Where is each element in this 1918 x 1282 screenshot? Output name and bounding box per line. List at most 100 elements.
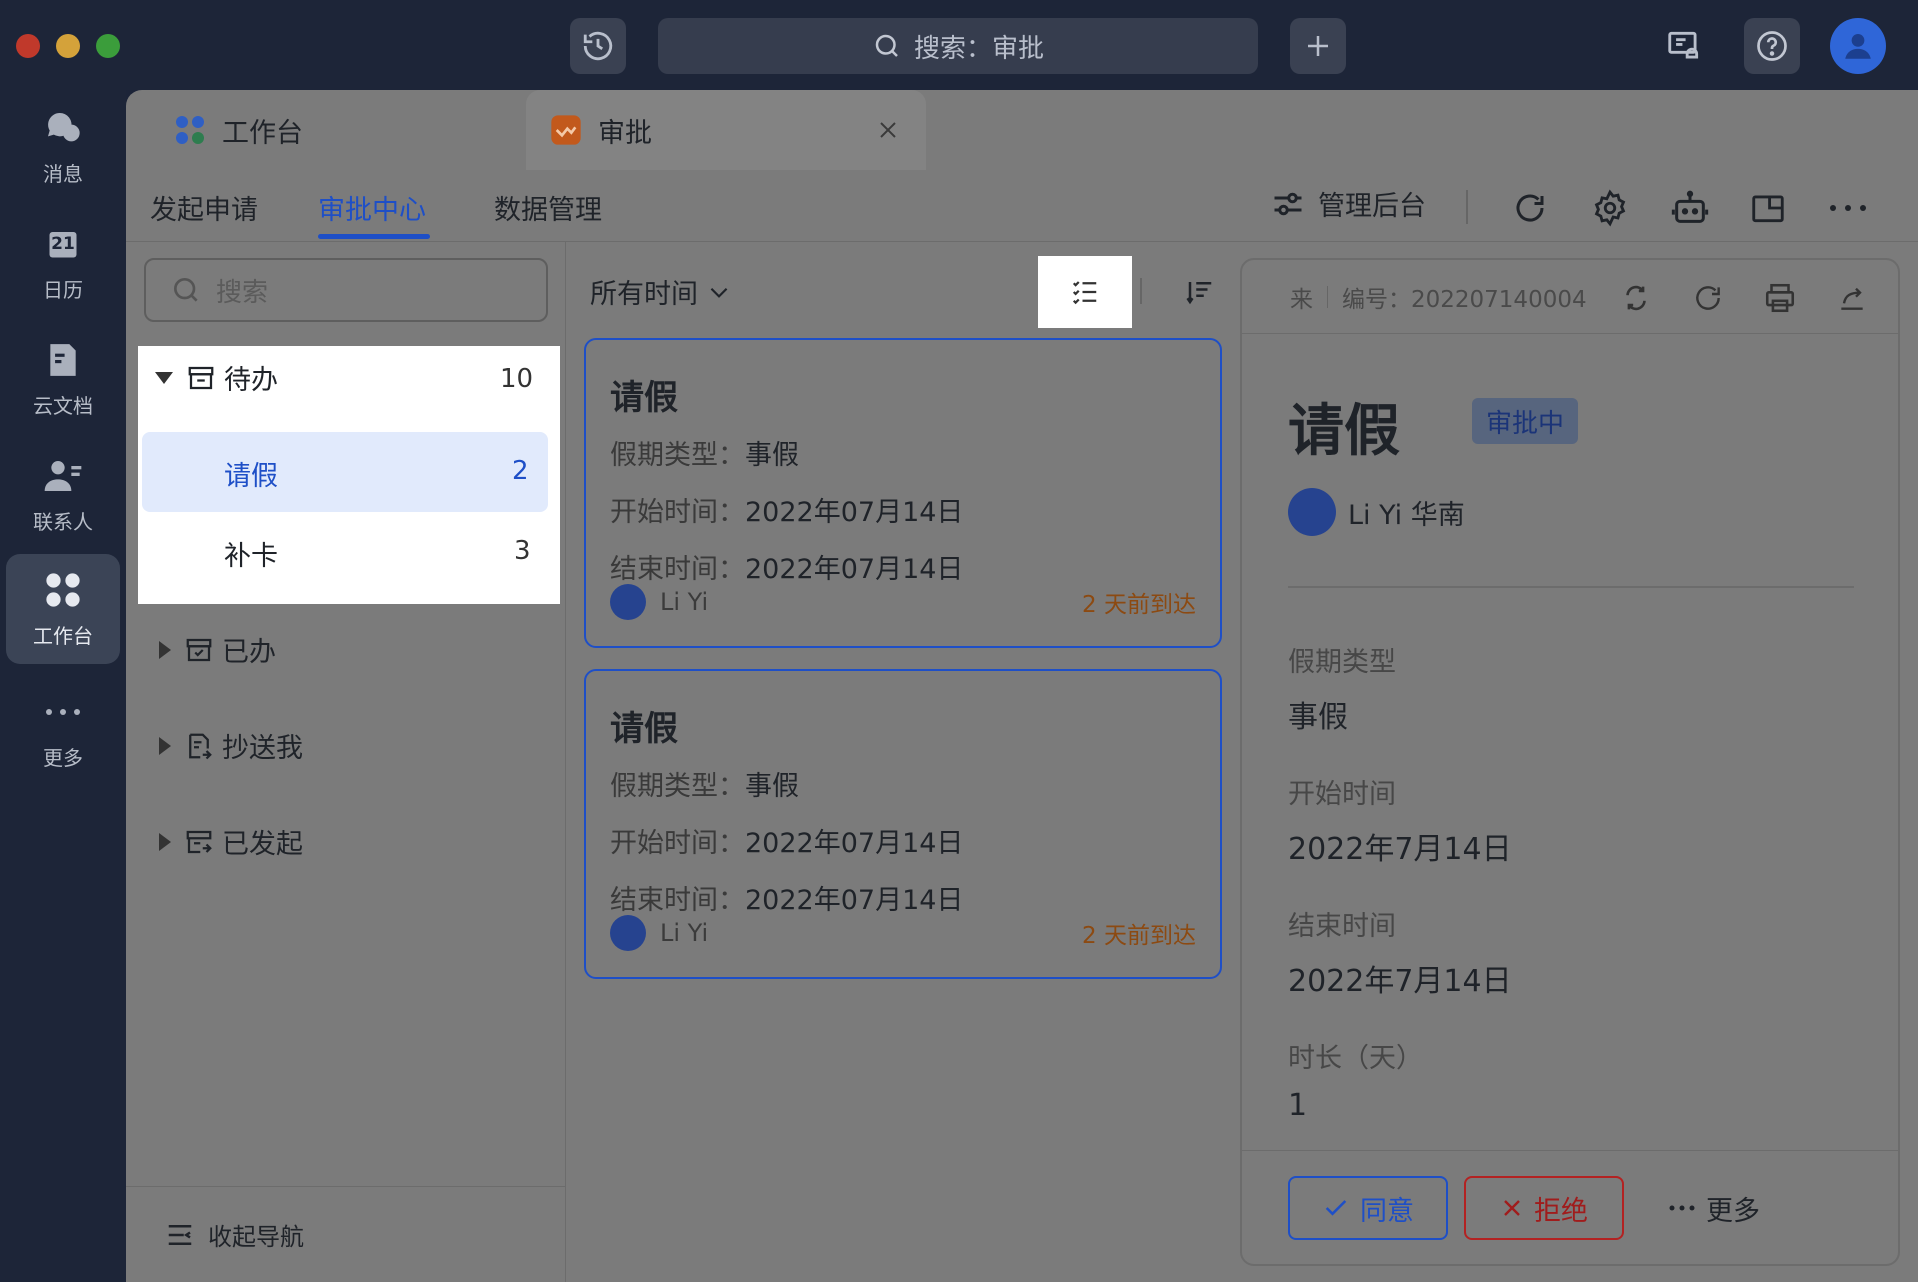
open-window-button[interactable] bbox=[1748, 188, 1788, 228]
tree-group-cc[interactable]: 抄送我 bbox=[158, 726, 303, 765]
toolbar-divider bbox=[1466, 190, 1468, 224]
field-value-start-time: 2022年7月14日 bbox=[1288, 832, 1512, 867]
close-icon[interactable] bbox=[876, 118, 900, 142]
new-button[interactable] bbox=[1290, 18, 1346, 74]
tab-label: 审批 bbox=[598, 117, 652, 149]
more-actions-button[interactable]: 更多 bbox=[1668, 1176, 1760, 1240]
collapse-nav-label: 收起导航 bbox=[208, 1223, 304, 1251]
help-button[interactable] bbox=[1744, 18, 1800, 74]
transfer-icon bbox=[1626, 285, 1646, 311]
apps-grid-icon bbox=[176, 116, 204, 144]
rail-item-docs[interactable]: 云文档 bbox=[6, 324, 120, 434]
card-arrived-time: 2 天前到达 bbox=[1082, 923, 1196, 949]
rail-item-calendar[interactable]: 21 日历 bbox=[6, 208, 120, 318]
refresh-button[interactable] bbox=[1510, 188, 1550, 228]
ellipsis-icon bbox=[1669, 1205, 1695, 1211]
approval-card[interactable]: 请假 假期类型：事假 开始时间：2022年07月14日 结束时间：2022年07… bbox=[584, 338, 1222, 648]
left-search-input[interactable]: 搜索 bbox=[144, 258, 548, 322]
applicant-name: Li Yi 华南 bbox=[1348, 499, 1465, 531]
card-title: 请假 bbox=[610, 378, 678, 418]
tree-item-leave[interactable] bbox=[142, 432, 548, 512]
detail-number: 编号：202207140004 bbox=[1342, 286, 1587, 313]
screen-share-button[interactable] bbox=[1656, 18, 1712, 74]
card-user: Li Yi bbox=[660, 919, 709, 947]
zoom-window-button[interactable] bbox=[96, 34, 120, 58]
collapse-nav-button[interactable]: 收起导航 bbox=[126, 1186, 566, 1282]
share-button[interactable] bbox=[1834, 280, 1870, 316]
tree-group-todo[interactable]: 待办 bbox=[154, 358, 278, 397]
tree-group-label: 已发起 bbox=[222, 829, 303, 860]
field-label-duration: 时长（天） bbox=[1288, 1043, 1423, 1074]
card-start-value: 2022年07月14日 bbox=[745, 828, 964, 859]
print-button[interactable] bbox=[1762, 280, 1798, 316]
chat-icon bbox=[48, 112, 80, 141]
avatar bbox=[610, 584, 646, 620]
time-filter-label: 所有时间 bbox=[590, 279, 698, 310]
detail-source: 来 bbox=[1290, 286, 1313, 313]
detail-header: 来 编号：202207140004 bbox=[1242, 260, 1898, 334]
card-start-label: 开始时间： bbox=[610, 828, 745, 859]
card-start-value: 2022年07月14日 bbox=[745, 497, 964, 528]
send-box-icon bbox=[186, 830, 212, 853]
apps-grid-icon bbox=[46, 572, 80, 607]
approve-button[interactable]: 同意 bbox=[1288, 1176, 1448, 1240]
refresh-icon bbox=[1696, 286, 1720, 310]
minimize-window-button[interactable] bbox=[56, 34, 80, 58]
admin-console-button[interactable]: 管理后台 bbox=[1270, 184, 1426, 223]
rail-label: 联系人 bbox=[33, 509, 93, 534]
more-options-button[interactable] bbox=[1828, 188, 1868, 228]
tab-bar: 工作台 审批 bbox=[126, 90, 1918, 170]
approval-card[interactable]: 请假 假期类型：事假 开始时间：2022年07月14日 结束时间：2022年07… bbox=[584, 669, 1222, 979]
tree-group-label: 抄送我 bbox=[222, 733, 303, 764]
detail-divider bbox=[1288, 586, 1854, 588]
sliders-icon bbox=[1274, 192, 1302, 215]
done-box-icon bbox=[186, 638, 212, 661]
rail-item-workbench[interactable]: 工作台 bbox=[6, 554, 120, 664]
tree-group-initiated[interactable]: 已发起 bbox=[158, 822, 303, 861]
rail-item-more[interactable]: 更多 bbox=[6, 676, 120, 786]
field-label-leave-type: 假期类型 bbox=[1288, 647, 1396, 678]
card-type-value: 事假 bbox=[745, 771, 799, 802]
global-search-bar[interactable]: 搜索：审批 bbox=[658, 18, 1258, 74]
tree-group-done[interactable]: 已办 bbox=[158, 630, 276, 669]
ellipsis-icon bbox=[46, 708, 80, 715]
sort-button[interactable] bbox=[1180, 272, 1220, 312]
actions-divider bbox=[1242, 1150, 1898, 1151]
subnav-data-management[interactable]: 数据管理 bbox=[494, 188, 602, 227]
time-filter-dropdown[interactable]: 所有时间 bbox=[590, 272, 732, 311]
field-value-leave-type: 事假 bbox=[1288, 700, 1348, 735]
card-type-label: 假期类型： bbox=[610, 771, 745, 802]
x-icon bbox=[1504, 1200, 1520, 1216]
detail-title: 请假 bbox=[1288, 399, 1400, 464]
history-button[interactable] bbox=[570, 18, 626, 74]
batch-select-button[interactable] bbox=[1038, 256, 1132, 328]
settings-button[interactable] bbox=[1590, 188, 1630, 228]
card-title: 请假 bbox=[610, 709, 678, 749]
rail-item-contacts[interactable]: 联系人 bbox=[6, 440, 120, 550]
detail-refresh-button[interactable] bbox=[1690, 280, 1726, 316]
help-icon bbox=[1757, 31, 1787, 61]
transfer-button[interactable] bbox=[1618, 280, 1654, 316]
avatar[interactable] bbox=[1830, 18, 1886, 74]
tab-workbench[interactable]: 工作台 bbox=[150, 90, 550, 170]
close-window-button[interactable] bbox=[16, 34, 40, 58]
rail-item-messages[interactable]: 消息 bbox=[6, 92, 120, 202]
monitor-bell-icon bbox=[1668, 31, 1699, 59]
card-end-value: 2022年07月14日 bbox=[745, 885, 964, 916]
plus-icon bbox=[1308, 36, 1328, 56]
caret-right-icon bbox=[159, 736, 171, 755]
field-label-start-time: 开始时间 bbox=[1288, 779, 1396, 810]
tab-approval[interactable]: 审批 bbox=[526, 90, 926, 170]
reject-button[interactable]: 拒绝 bbox=[1464, 1176, 1624, 1240]
tree-item-punch-card[interactable] bbox=[142, 512, 548, 592]
subnav-apply[interactable]: 发起申请 bbox=[150, 188, 258, 227]
status-badge: 审批中 bbox=[1472, 398, 1579, 444]
chevron-down-icon bbox=[710, 287, 728, 298]
search-placeholder: 搜索 bbox=[216, 277, 269, 308]
card-arrived-time: 2 天前到达 bbox=[1082, 592, 1196, 618]
subnav-approval-center[interactable]: 审批中心 bbox=[318, 188, 426, 227]
bot-button[interactable] bbox=[1670, 188, 1710, 228]
approval-app-icon bbox=[551, 115, 581, 145]
robot-icon bbox=[1671, 190, 1709, 223]
active-tab-indicator bbox=[318, 234, 430, 239]
